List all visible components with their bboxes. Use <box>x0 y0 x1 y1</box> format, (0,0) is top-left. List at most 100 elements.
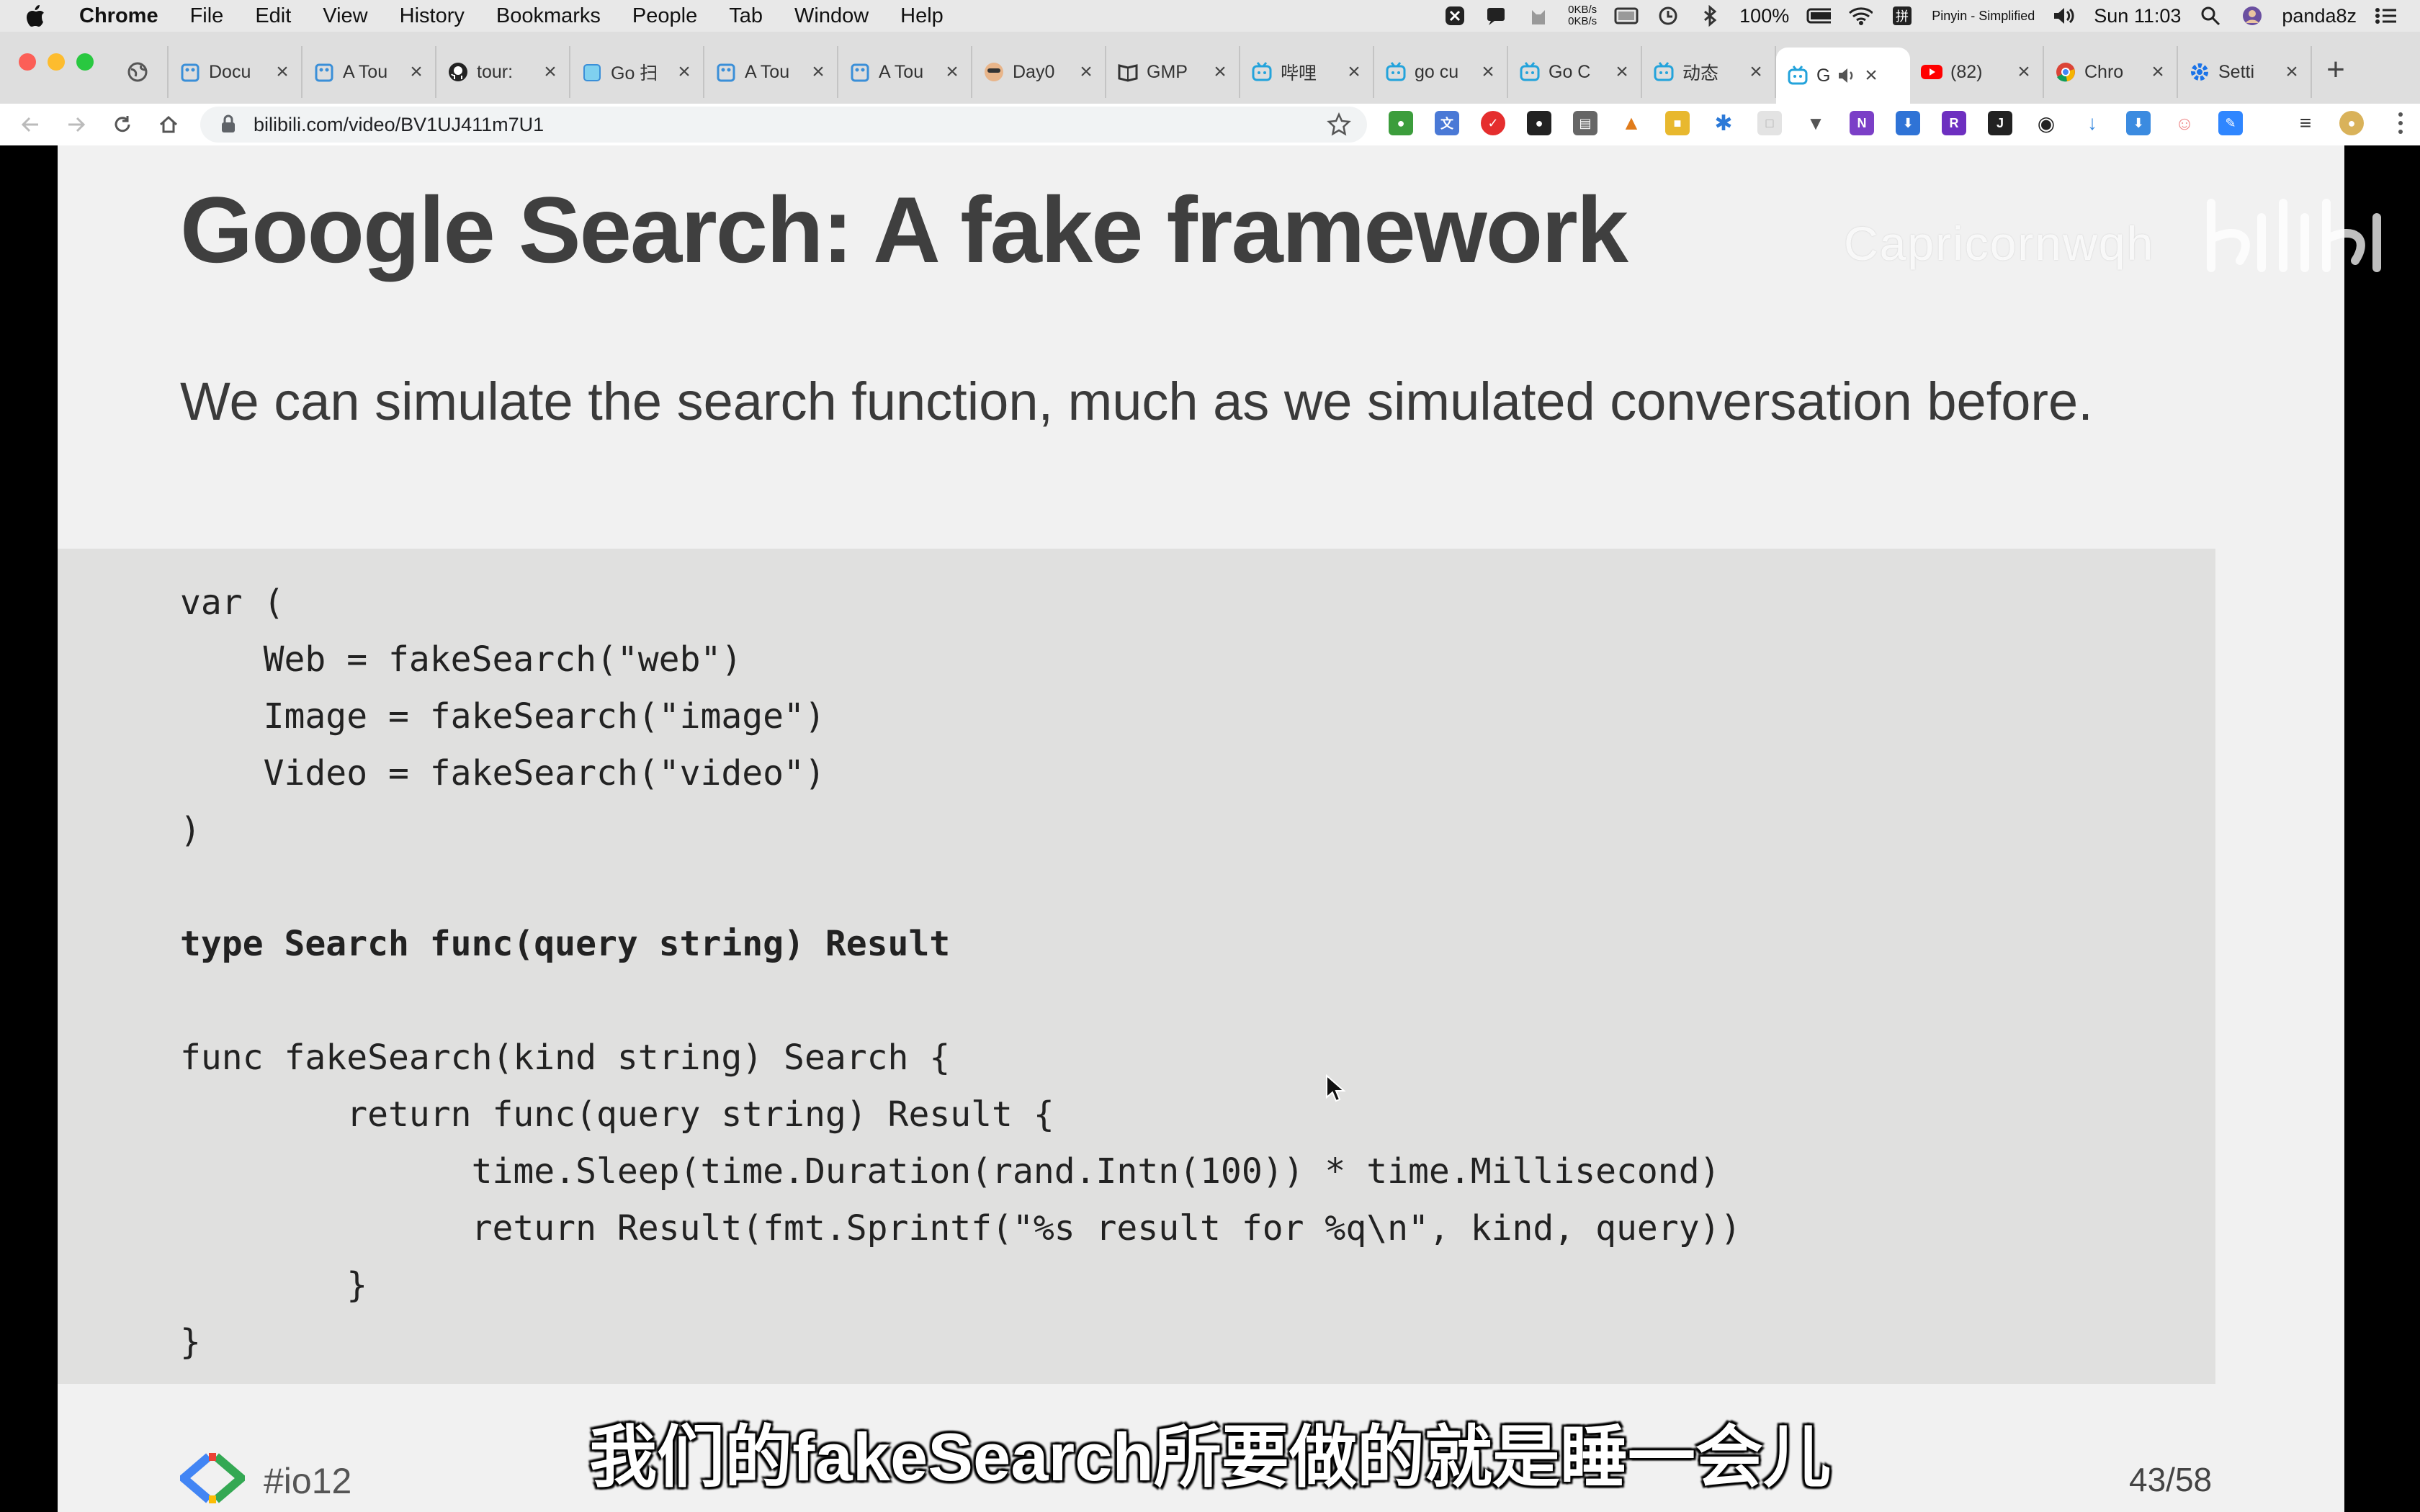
menu-bookmarks[interactable]: Bookmarks <box>496 4 601 28</box>
translate-icon[interactable]: 文 <box>1435 111 1459 135</box>
clipboard-icon[interactable]: ▤ <box>1573 111 1597 135</box>
volume-icon[interactable] <box>2052 6 2076 26</box>
close-tab-icon[interactable]: × <box>676 60 693 84</box>
menu-edit[interactable]: Edit <box>255 4 291 28</box>
close-tab-icon[interactable]: × <box>2015 60 2033 84</box>
tab-docu[interactable]: Docu × <box>169 46 302 98</box>
audio-playing-icon[interactable] <box>1835 64 1858 87</box>
tab-go[interactable]: Go 扫 × <box>570 46 704 98</box>
tab-a-tour-2[interactable]: A Tou × <box>704 46 838 98</box>
maximize-window-button[interactable] <box>76 53 94 71</box>
tab-a-tour-3[interactable]: A Tou × <box>838 46 972 98</box>
close-tab-icon[interactable]: × <box>944 60 961 84</box>
close-tab-icon[interactable]: × <box>1863 63 1880 88</box>
bluetooth-icon[interactable] <box>1698 5 1722 27</box>
reload-button[interactable] <box>107 109 138 140</box>
close-tab-icon[interactable]: × <box>408 60 425 84</box>
spotlight-search-icon[interactable] <box>2198 6 2223 26</box>
tab-chrome[interactable]: Chro × <box>2044 46 2178 98</box>
menu-tab[interactable]: Tab <box>729 4 763 28</box>
tab-go-cu[interactable]: go cu × <box>1374 46 1508 98</box>
notification-center-icon[interactable] <box>2374 6 2398 26</box>
forward-button[interactable] <box>60 109 92 140</box>
close-tab-icon[interactable]: × <box>1613 60 1631 84</box>
close-tab-icon[interactable]: × <box>1077 60 1095 84</box>
extension-green-icon[interactable]: ● <box>1389 111 1413 135</box>
close-tab-icon[interactable]: × <box>274 60 291 84</box>
tab-active-video[interactable]: G × <box>1776 48 1910 104</box>
rp-extension-icon[interactable]: R <box>1942 111 1966 135</box>
asterisk-icon[interactable]: ✱ <box>1711 111 1736 135</box>
user-avatar-icon[interactable] <box>2240 6 2264 26</box>
cat-face-icon[interactable]: ☺ <box>2172 111 2197 135</box>
feather-icon[interactable]: ✎ <box>2218 111 2243 135</box>
menu-window[interactable]: Window <box>794 4 869 28</box>
tab-github-tour[interactable]: tour: × <box>436 46 570 98</box>
jetbrains-icon[interactable]: J <box>1988 111 2012 135</box>
time-machine-icon[interactable] <box>1656 6 1680 26</box>
menubar-clock[interactable]: Sun 11:03 <box>2094 5 2181 27</box>
tab-youtube[interactable]: (82) × <box>1910 46 2044 98</box>
menu-history[interactable]: History <box>400 4 465 28</box>
new-tab-button[interactable]: + <box>2318 52 2354 88</box>
download-manager-icon[interactable]: ⬇ <box>2126 111 2151 135</box>
url-text[interactable]: bilibili.com/video/BV1UJ411m7U1 <box>254 114 544 136</box>
vlc-cone-icon[interactable]: ▲ <box>1619 111 1644 135</box>
close-tab-icon[interactable]: × <box>1479 60 1497 84</box>
cat-icon[interactable] <box>1526 6 1551 26</box>
close-tab-icon[interactable]: × <box>2149 60 2166 84</box>
input-method-label[interactable]: Pinyin - Simplified <box>1932 9 2035 24</box>
battery-icon[interactable] <box>1806 6 1832 26</box>
home-button[interactable] <box>153 109 184 140</box>
network-speed[interactable]: 0KB/s 0KB/s <box>1568 4 1597 27</box>
close-tab-icon[interactable]: × <box>1211 60 1229 84</box>
code-line: var ( <box>180 582 284 623</box>
menu-file[interactable]: File <box>190 4 224 28</box>
x-app-icon[interactable] <box>1443 6 1467 26</box>
close-tab-icon[interactable]: × <box>1747 60 1765 84</box>
menu-people[interactable]: People <box>632 4 697 28</box>
tab-go-c[interactable]: Go C × <box>1508 46 1642 98</box>
tab-pinned[interactable] <box>115 46 169 98</box>
bookmark-star-icon[interactable] <box>1327 112 1351 140</box>
close-tab-icon[interactable]: × <box>810 60 827 84</box>
tab-settings[interactable]: Setti × <box>2178 46 2312 98</box>
profile-avatar-icon[interactable]: ● <box>2339 111 2364 135</box>
download-icon[interactable]: ↓ <box>2080 111 2105 135</box>
onenote-icon[interactable]: N <box>1850 111 1874 135</box>
tab-gmp[interactable]: GMP × <box>1106 46 1240 98</box>
chrome-menu-icon[interactable] <box>2397 111 2404 139</box>
close-tab-icon[interactable]: × <box>2283 60 2300 84</box>
address-bar[interactable]: bilibili.com/video/BV1UJ411m7U1 <box>200 107 1367 143</box>
vue-devtools-icon[interactable]: ▼ <box>1803 111 1828 135</box>
menubar-username[interactable]: panda8z <box>2282 5 2357 27</box>
macos-menu-bar: Chrome File Edit View History Bookmarks … <box>0 0 2420 32</box>
octotree-icon[interactable]: ◉ <box>2034 111 2058 135</box>
reading-list-icon[interactable]: ≡ <box>2293 111 2318 135</box>
go-gopher-icon <box>848 60 871 84</box>
lock-icon[interactable] <box>220 114 239 135</box>
apple-menu-icon[interactable] <box>24 4 58 28</box>
video-player[interactable]: Google Search: A fake framework Capricor… <box>0 145 2420 1512</box>
close-window-button[interactable] <box>19 53 36 71</box>
display-icon[interactable] <box>1614 6 1639 26</box>
todo-check-icon[interactable]: ✓ <box>1481 111 1505 135</box>
incognito-icon[interactable]: ● <box>1527 111 1551 135</box>
menu-chrome[interactable]: Chrome <box>79 4 158 28</box>
tab-bilibili-home[interactable]: 哔哩 × <box>1240 46 1374 98</box>
back-button[interactable] <box>14 109 46 140</box>
tab-day0[interactable]: Day0 × <box>972 46 1106 98</box>
minimize-window-button[interactable] <box>48 53 65 71</box>
color-picker-icon[interactable]: ■ <box>1665 111 1690 135</box>
bookmark-save-icon[interactable]: ⬇ <box>1896 111 1920 135</box>
blank-extension-icon[interactable]: □ <box>1757 111 1782 135</box>
tab-a-tour-1[interactable]: A Tou × <box>302 46 436 98</box>
close-tab-icon[interactable]: × <box>542 60 559 84</box>
menu-help[interactable]: Help <box>900 4 944 28</box>
tab-dynamic[interactable]: 动态 × <box>1642 46 1776 98</box>
menu-view[interactable]: View <box>323 4 367 28</box>
notification-icon[interactable] <box>1484 6 1509 26</box>
wifi-icon[interactable] <box>1848 6 1873 26</box>
close-tab-icon[interactable]: × <box>1345 60 1363 84</box>
input-method-icon[interactable]: 拼 <box>1890 6 1914 26</box>
